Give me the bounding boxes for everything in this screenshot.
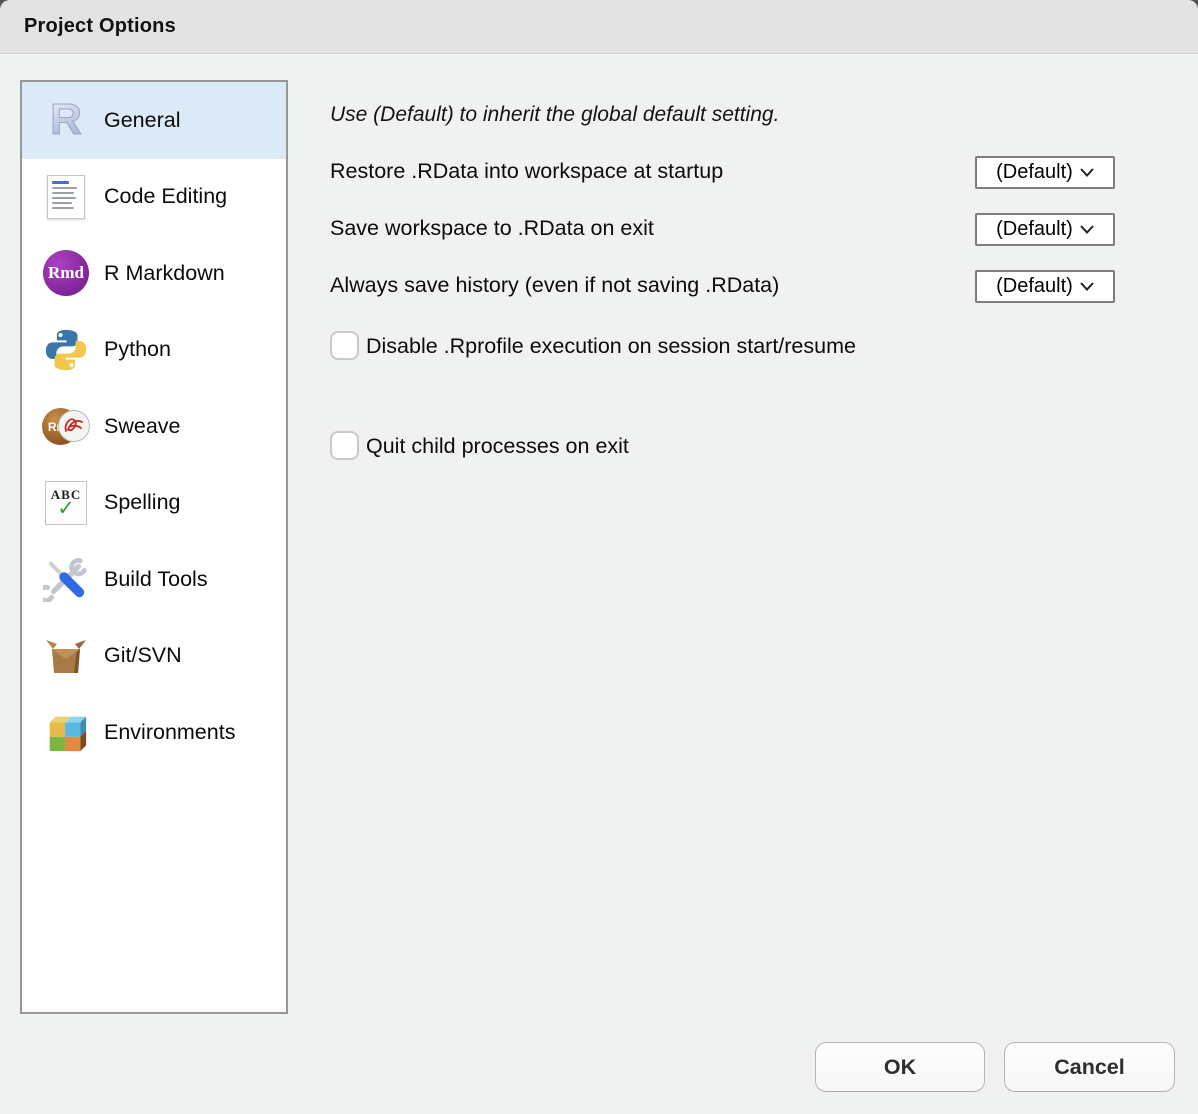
dropdown-value: (Default): [996, 218, 1073, 241]
sidebar-item-label: General: [104, 108, 181, 133]
document-icon: [42, 173, 90, 221]
dialog-title: Project Options: [24, 15, 176, 38]
sidebar-item-label: Python: [104, 337, 171, 362]
sidebar-item-label: Code Editing: [104, 184, 227, 209]
always-save-history-label: Always save history (even if not saving …: [330, 273, 779, 298]
disable-rprofile-label: Disable .Rprofile execution on session s…: [366, 334, 856, 358]
save-workspace-label: Save workspace to .RData on exit: [330, 216, 654, 241]
sidebar-item-spelling[interactable]: ABC ✓ Spelling: [22, 465, 286, 542]
chevron-down-icon: [1080, 168, 1094, 177]
pdf-badge: [58, 410, 90, 442]
python-icon: [42, 326, 90, 374]
sidebar-item-sweave[interactable]: Rnw Sweave: [22, 388, 286, 465]
category-sidebar: R General Code Editing Rmd R Mark: [20, 80, 288, 1014]
sidebar-item-label: Sweave: [104, 414, 181, 439]
sidebar-item-general[interactable]: R General: [22, 82, 286, 159]
project-options-dialog: Project Options R General Code Editing: [0, 0, 1198, 1114]
spellcheck-icon: ABC ✓: [42, 479, 90, 527]
sidebar-item-code-editing[interactable]: Code Editing: [22, 159, 286, 236]
dropdown-value: (Default): [996, 275, 1073, 298]
restore-rdata-dropdown[interactable]: (Default): [975, 156, 1115, 189]
quit-child-processes-label: Quit child processes on exit: [366, 434, 629, 458]
dropdown-value: (Default): [996, 161, 1073, 184]
always-save-history-dropdown[interactable]: (Default): [975, 270, 1115, 303]
package-box-icon: [42, 632, 90, 680]
sidebar-item-r-markdown[interactable]: Rmd R Markdown: [22, 235, 286, 312]
default-hint-text: Use (Default) to inherit the global defa…: [330, 103, 779, 127]
chevron-down-icon: [1080, 225, 1094, 234]
title-bar: Project Options: [0, 0, 1198, 54]
sidebar-item-environments[interactable]: Environments: [22, 694, 286, 771]
save-workspace-dropdown[interactable]: (Default): [975, 213, 1115, 246]
disable-rprofile-checkbox[interactable]: [330, 331, 359, 360]
sweave-pdf-icon: Rnw: [42, 402, 90, 450]
ok-button[interactable]: OK: [815, 1042, 985, 1092]
sidebar-item-build-tools[interactable]: Build Tools: [22, 541, 286, 618]
quit-child-processes-checkbox[interactable]: [330, 431, 359, 460]
quit-child-processes-row: Quit child processes on exit: [330, 425, 895, 468]
environments-cube-icon: [42, 708, 90, 756]
sidebar-item-label: R Markdown: [104, 261, 225, 286]
r-logo-icon: R: [42, 96, 90, 144]
sidebar-item-label: Environments: [104, 720, 235, 745]
cancel-button[interactable]: Cancel: [1004, 1042, 1175, 1092]
rmd-icon: Rmd: [42, 249, 90, 297]
sidebar-item-git-svn[interactable]: Git/SVN: [22, 618, 286, 695]
sidebar-item-label: Build Tools: [104, 567, 208, 592]
build-tools-icon: [42, 555, 90, 603]
sidebar-item-label: Git/SVN: [104, 643, 182, 668]
chevron-down-icon: [1080, 282, 1094, 291]
sidebar-item-python[interactable]: Python: [22, 312, 286, 389]
restore-rdata-label: Restore .RData into workspace at startup: [330, 159, 723, 184]
sidebar-item-label: Spelling: [104, 490, 181, 515]
disable-rprofile-row: Disable .Rprofile execution on session s…: [330, 325, 895, 368]
